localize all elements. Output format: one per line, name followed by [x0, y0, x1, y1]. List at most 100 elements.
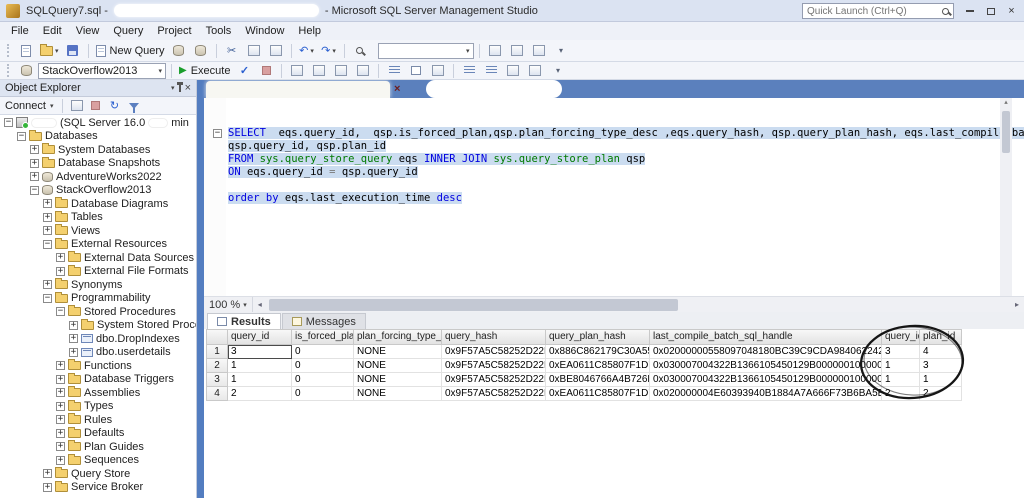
tree-item-assemblies[interactable]: +Assemblies [0, 386, 196, 400]
quick-launch-input[interactable] [807, 6, 942, 17]
tree-item-external-file-formats[interactable]: +External File Formats [0, 265, 196, 279]
cell-query-id-r2-c0[interactable]: 1 [228, 359, 292, 373]
tree-item-stored-procedures[interactable]: −Stored Procedures [0, 305, 196, 319]
tree-item-sequences[interactable]: +Sequences [0, 454, 196, 468]
tree-item-query-store[interactable]: +Query Store [0, 467, 196, 481]
cell-last-compile-batch-sql-handle-r4-c5[interactable]: 0x020000004E60393940B1884A7A666F73B6BA5E… [650, 387, 882, 401]
collapse-icon[interactable]: − [56, 307, 65, 316]
menu-window[interactable]: Window [238, 22, 291, 40]
cell-is-forced-plan-r1-c1[interactable]: 0 [292, 345, 354, 359]
save-icon[interactable] [63, 42, 83, 60]
cell-last-compile-batch-sql-handle-r2-c5[interactable]: 0x030007004322B1366105450129B00000010000… [650, 359, 882, 373]
expand-icon[interactable]: + [30, 172, 39, 181]
tab-results[interactable]: Results [207, 313, 281, 329]
expand-icon[interactable]: + [56, 388, 65, 397]
row-number[interactable]: 3 [206, 373, 228, 387]
disconnect-icon[interactable] [69, 98, 85, 114]
tree-item-system-databases[interactable]: +System Databases [0, 143, 196, 157]
cell-query-id-r3-c6[interactable]: 1 [882, 373, 920, 387]
tree-item-system-stored-proced[interactable]: +System Stored Proced... [0, 319, 196, 333]
tree-item-dbo-userdetails[interactable]: +dbo.userdetails [0, 346, 196, 360]
outdent-icon[interactable] [525, 62, 545, 80]
filter-icon[interactable] [126, 98, 142, 114]
expand-icon[interactable]: + [56, 361, 65, 370]
collapse-icon[interactable]: − [4, 118, 13, 127]
tree-item-dbo-dropindexes[interactable]: +dbo.DropIndexes [0, 332, 196, 346]
redo-icon[interactable]: ↷▾ [319, 42, 339, 60]
close-button[interactable]: × [1001, 2, 1022, 20]
tree-item-views[interactable]: +Views [0, 224, 196, 238]
cell-query-id-r4-c6[interactable]: 2 [882, 387, 920, 401]
editor-vertical-scrollbar[interactable]: ▴ [1000, 98, 1012, 296]
cell-query-plan-hash-r3-c4[interactable]: 0xBE8046766A4B726E [546, 373, 650, 387]
expand-icon[interactable]: + [43, 199, 52, 208]
expand-icon[interactable]: + [43, 280, 52, 289]
activity-monitor-icon[interactable] [507, 42, 527, 60]
cell-query-plan-hash-r2-c4[interactable]: 0xEA0611C85807F1D7 [546, 359, 650, 373]
minimize-button[interactable] [959, 2, 980, 20]
expand-icon[interactable]: + [30, 159, 39, 168]
analysis-services-query-icon[interactable] [191, 42, 211, 60]
close-panel-icon[interactable]: × [185, 82, 191, 94]
tree-item-tables[interactable]: +Tables [0, 211, 196, 225]
expand-icon[interactable]: + [56, 442, 65, 451]
column-header-is-forced-plan-1[interactable]: is_forced_plan [292, 329, 354, 345]
refresh-icon[interactable]: ↻ [107, 98, 123, 114]
object-explorer-header[interactable]: Object Explorer ▾ × [0, 80, 196, 97]
cell-last-compile-batch-sql-handle-r3-c5[interactable]: 0x030007004322B1366105450129B00000010000… [650, 373, 882, 387]
menu-help[interactable]: Help [291, 22, 328, 40]
tab-messages[interactable]: Messages [282, 313, 366, 329]
column-header-last-compile-batch-sql-handle-5[interactable]: last_compile_batch_sql_handle [650, 329, 882, 345]
column-header-query-hash-3[interactable]: query_hash [442, 329, 546, 345]
row-number[interactable]: 2 [206, 359, 228, 373]
parse-icon[interactable]: ✓ [234, 62, 254, 80]
expand-icon[interactable]: + [69, 334, 78, 343]
tree-item-functions[interactable]: +Functions [0, 359, 196, 373]
database-engine-query-icon[interactable] [169, 42, 189, 60]
scrollbar-thumb[interactable] [1002, 111, 1010, 153]
tree-item-adventureworks2022[interactable]: +AdventureWorks2022 [0, 170, 196, 184]
expand-icon[interactable]: + [69, 321, 78, 330]
results-to-text-icon[interactable] [384, 62, 404, 80]
chevron-down-icon[interactable]: ▾ [171, 84, 175, 92]
estimated-plan-icon[interactable] [287, 62, 307, 80]
tree-item-database-diagrams[interactable]: +Database Diagrams [0, 197, 196, 211]
toolbar-combobox[interactable]: ▾ [378, 43, 474, 59]
row-number[interactable]: 4 [206, 387, 228, 401]
cell-query-hash-r2-c3[interactable]: 0x9F57A5C58252D22F [442, 359, 546, 373]
cell-plan-forcing-type-desc-r2-c2[interactable]: NONE [354, 359, 442, 373]
cell-plan-id-r4-c7[interactable]: 2 [920, 387, 962, 401]
collapse-icon[interactable]: − [30, 186, 39, 195]
change-connection-icon[interactable] [16, 62, 36, 80]
toolbar-overflow-icon[interactable]: ▾ [547, 62, 567, 80]
collapse-icon[interactable]: − [17, 132, 26, 141]
cell-query-hash-r4-c3[interactable]: 0x9F57A5C58252D22F [442, 387, 546, 401]
menu-file[interactable]: File [4, 22, 36, 40]
tree-item-defaults[interactable]: +Defaults [0, 427, 196, 441]
column-header-query-id-6[interactable]: query_id [882, 329, 920, 345]
tree-item-external-data-sources[interactable]: +External Data Sources [0, 251, 196, 265]
uncomment-icon[interactable] [481, 62, 501, 80]
tree-item-service-broker[interactable]: +Service Broker [0, 481, 196, 495]
expand-icon[interactable]: + [56, 253, 65, 262]
toolbar-grip[interactable] [7, 44, 11, 57]
execute-button[interactable]: ▶Execute [177, 62, 232, 80]
actual-plan-icon[interactable] [331, 62, 351, 80]
column-header-plan-forcing-type-desc-2[interactable]: plan_forcing_type_desc [354, 329, 442, 345]
quick-launch-box[interactable] [802, 3, 954, 19]
expand-icon[interactable]: + [30, 145, 39, 154]
expand-icon[interactable]: + [56, 429, 65, 438]
scroll-left-icon[interactable]: ◂ [253, 300, 267, 309]
cell-is-forced-plan-r3-c1[interactable]: 0 [292, 373, 354, 387]
restore-button[interactable] [980, 2, 1001, 20]
comment-icon[interactable] [459, 62, 479, 80]
expand-icon[interactable]: + [43, 213, 52, 222]
close-tab-icon[interactable]: × [394, 81, 400, 97]
expand-icon[interactable]: + [56, 375, 65, 384]
grid-corner-cell[interactable] [206, 329, 228, 345]
menu-tools[interactable]: Tools [199, 22, 239, 40]
collapse-icon[interactable]: − [43, 294, 52, 303]
new-project-icon[interactable] [16, 42, 36, 60]
results-to-grid-icon[interactable] [406, 62, 426, 80]
column-header-query-id-0[interactable]: query_id [228, 329, 292, 345]
